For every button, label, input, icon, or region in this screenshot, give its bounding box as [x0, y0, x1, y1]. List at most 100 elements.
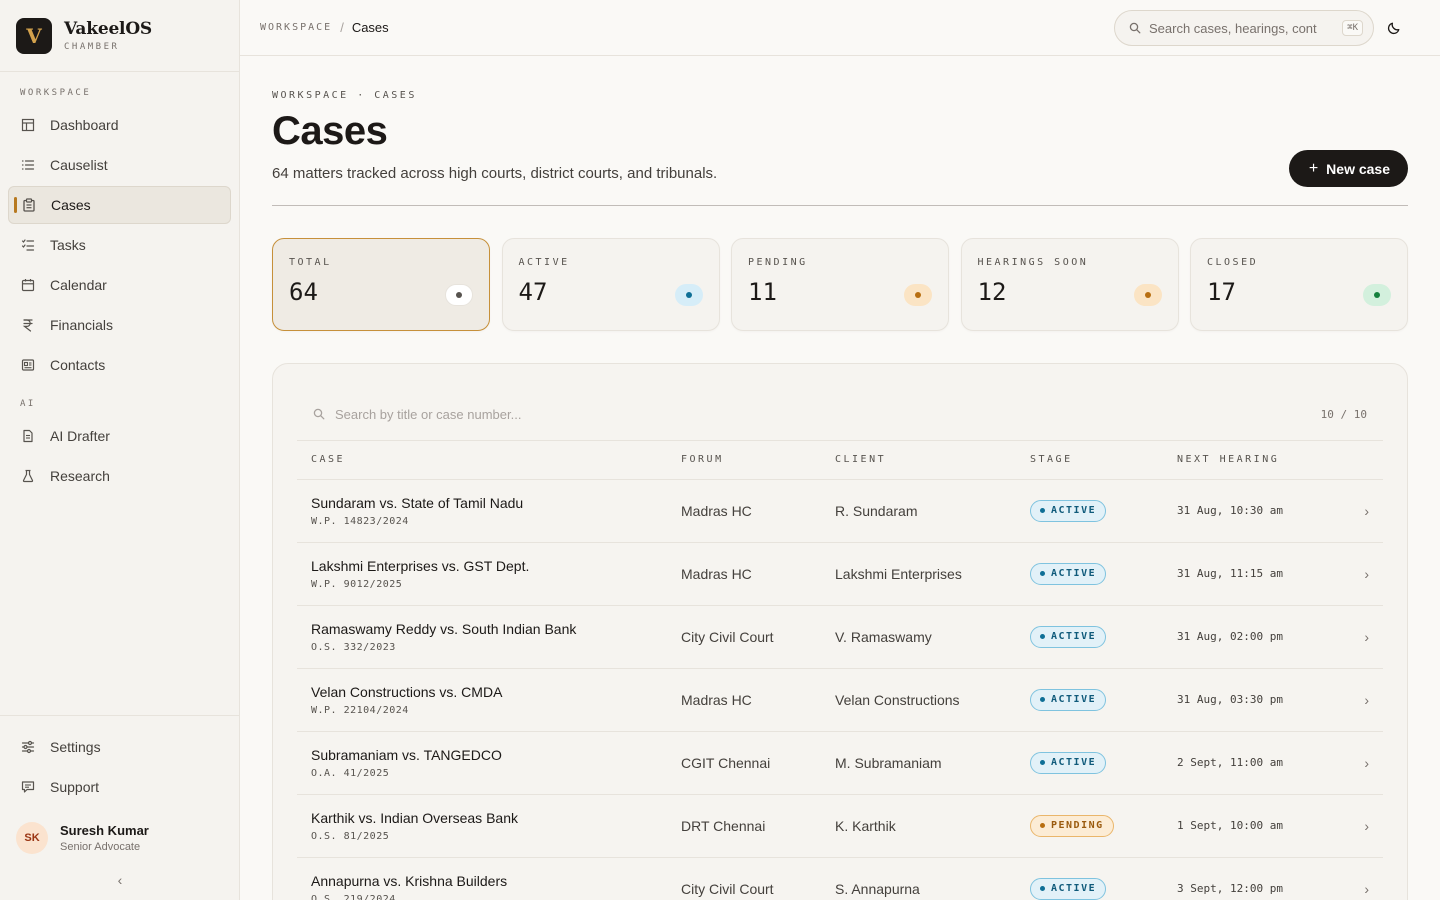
chevron-right-icon[interactable]: ›: [1333, 479, 1383, 543]
chevron-right-icon[interactable]: ›: [1333, 794, 1383, 858]
stat-card-total[interactable]: TOTAL 64: [272, 238, 490, 331]
topbar: WORKSPACE / Cases Search cases, hearings…: [240, 0, 1440, 56]
table-row[interactable]: Subramaniam vs. TANGEDCO O.A. 41/2025 CGIT…: [297, 731, 1383, 795]
sidebar-item-research[interactable]: Research: [8, 457, 231, 495]
column-header-stage[interactable]: STAGE: [1016, 441, 1163, 480]
table-row[interactable]: Sundaram vs. State of Tamil Nadu W.P. 148…: [297, 479, 1383, 543]
case-title[interactable]: Subramaniam vs. TANGEDCO: [311, 747, 653, 763]
contacts-icon: [20, 357, 36, 373]
status-badge: ACTIVE: [1030, 499, 1107, 522]
case-title[interactable]: Velan Constructions vs. CMDA: [311, 684, 653, 700]
status-dot-icon: [445, 284, 473, 306]
table-search-placeholder: Search by title or case number...: [335, 406, 522, 422]
column-header-case[interactable]: CASE: [297, 441, 667, 480]
stat-card-active[interactable]: ACTIVE 47: [501, 238, 720, 331]
search-shortcut: ⌘K: [1342, 20, 1363, 36]
chevron-right-icon[interactable]: ›: [1333, 605, 1383, 669]
table-row[interactable]: Velan Constructions vs. CMDA W.P. 22104/2…: [297, 668, 1383, 732]
result-count: 10 / 10: [1320, 407, 1367, 421]
global-search-input[interactable]: Search cases, hearings, cont ⌘K: [1114, 10, 1374, 46]
sidebar-item-tasks[interactable]: Tasks: [8, 226, 231, 264]
sidebar-footer: Settings Support SK Suresh Kumar Senior A…: [0, 715, 240, 900]
column-header-next-hearing[interactable]: NEXT HEARING: [1163, 441, 1333, 480]
dashboard-icon: [20, 117, 36, 133]
status-dot-icon: [1133, 284, 1162, 306]
next-hearing-cell: 2 Sept, 11:00 am: [1163, 731, 1333, 795]
table-search[interactable]: Search by title or case number... 10 / 1…: [297, 388, 1383, 441]
status-dot-icon: [1363, 284, 1391, 306]
status-dot-icon: [1040, 634, 1045, 639]
next-hearing-cell: 31 Aug, 03:30 pm: [1163, 668, 1333, 732]
case-number: O.S. 81/2025: [311, 830, 390, 842]
sidebar-item-ai-drafter[interactable]: AI Drafter: [8, 417, 231, 455]
document-icon: [20, 428, 36, 444]
search-icon: [1129, 22, 1141, 34]
brand: V VakeelOS CHAMBER: [0, 0, 239, 72]
user-profile[interactable]: SK Suresh Kumar Senior Advocate: [0, 814, 240, 862]
breadcrumb-root[interactable]: WORKSPACE: [260, 22, 332, 33]
next-hearing-cell: 31 Aug, 11:15 am: [1163, 542, 1333, 606]
sidebar-item-cases[interactable]: Cases: [8, 186, 231, 224]
case-title[interactable]: Karthik vs. Indian Overseas Bank: [311, 810, 653, 826]
chevron-right-icon[interactable]: ›: [1333, 542, 1383, 606]
sidebar-item-dashboard[interactable]: Dashboard: [8, 106, 231, 144]
status-badge: ACTIVE: [1030, 625, 1107, 648]
chat-icon: [20, 779, 36, 795]
status-dot-icon: [1040, 823, 1045, 828]
header-divider: [272, 205, 1408, 206]
case-title[interactable]: Annapurna vs. Krishna Builders: [311, 873, 653, 889]
brand-logo[interactable]: V: [16, 17, 52, 54]
sidebar-item-calendar[interactable]: Calendar: [8, 266, 231, 304]
case-title[interactable]: Ramaswamy Reddy vs. South Indian Bank: [311, 621, 653, 637]
status-dot-icon: [1040, 760, 1045, 765]
list-icon: [20, 157, 36, 173]
table-row[interactable]: Lakshmi Enterprises vs. GST Dept. W.P. 90…: [297, 542, 1383, 606]
table-row[interactable]: Annapurna vs. Krishna Builders O.S. 219/2…: [297, 857, 1383, 900]
case-number: W.P. 14823/2024: [311, 515, 409, 527]
status-badge-label: ACTIVE: [1051, 883, 1097, 894]
page-title: Cases: [272, 109, 388, 153]
table-row[interactable]: Ramaswamy Reddy vs. South Indian Bank O.S…: [297, 605, 1383, 669]
forum-cell: DRT Chennai: [667, 794, 821, 858]
case-title[interactable]: Sundaram vs. State of Tamil Nadu: [311, 495, 653, 511]
chevron-right-icon[interactable]: ›: [1333, 731, 1383, 795]
stat-card-hearings-soon[interactable]: HEARINGS SOON 12: [960, 238, 1179, 331]
theme-toggle-button[interactable]: [1384, 18, 1404, 38]
sidebar-item-label: Settings: [50, 739, 101, 755]
brand-name: VakeelOS: [64, 19, 152, 39]
status-badge: ACTIVE: [1030, 688, 1107, 711]
case-number: O.S. 219/2024: [311, 893, 396, 900]
stat-label: PENDING: [748, 257, 808, 268]
table-row[interactable]: Karthik vs. Indian Overseas Bank O.S. 81/…: [297, 794, 1383, 858]
column-header-forum[interactable]: FORUM: [667, 441, 821, 480]
stage-cell: ACTIVE: [1016, 479, 1163, 543]
breadcrumb-separator: /: [340, 20, 344, 35]
sidebar-item-financials[interactable]: Financials: [8, 306, 231, 344]
case-cell: Subramaniam vs. TANGEDCO O.A. 41/2025: [297, 731, 667, 795]
chevron-right-icon[interactable]: ›: [1333, 857, 1383, 900]
sidebar-item-support[interactable]: Support: [8, 768, 232, 806]
footer-nav: Settings Support: [0, 728, 240, 806]
next-hearing-cell: 31 Aug, 10:30 am: [1163, 479, 1333, 543]
sidebar-item-causelist[interactable]: Causelist: [8, 146, 231, 184]
client-cell: V. Ramaswamy: [821, 605, 1016, 669]
new-case-button[interactable]: + New case: [1288, 150, 1408, 187]
case-title[interactable]: Lakshmi Enterprises vs. GST Dept.: [311, 558, 653, 574]
status-badge-label: ACTIVE: [1051, 505, 1097, 516]
stat-card-closed[interactable]: CLOSED 17: [1190, 238, 1408, 331]
stat-card-pending[interactable]: PENDING 11: [731, 238, 949, 331]
section-label-workspace: WORKSPACE: [20, 88, 92, 98]
sidebar-item-settings[interactable]: Settings: [8, 728, 232, 766]
case-cell: Velan Constructions vs. CMDA W.P. 22104/2…: [297, 668, 667, 732]
stat-label: CLOSED: [1207, 257, 1259, 268]
column-header-client[interactable]: CLIENT: [821, 441, 1016, 480]
status-dot-icon: [1040, 571, 1045, 576]
collapse-sidebar-button[interactable]: ‹: [0, 862, 240, 900]
sidebar-item-contacts[interactable]: Contacts: [8, 346, 231, 384]
status-badge-label: ACTIVE: [1051, 694, 1097, 705]
forum-cell: Madras HC: [667, 479, 821, 543]
page-eyebrow: WORKSPACE · CASES: [272, 90, 417, 101]
status-badge: ACTIVE: [1030, 877, 1107, 900]
status-badge: ACTIVE: [1030, 562, 1107, 585]
chevron-right-icon[interactable]: ›: [1333, 668, 1383, 732]
